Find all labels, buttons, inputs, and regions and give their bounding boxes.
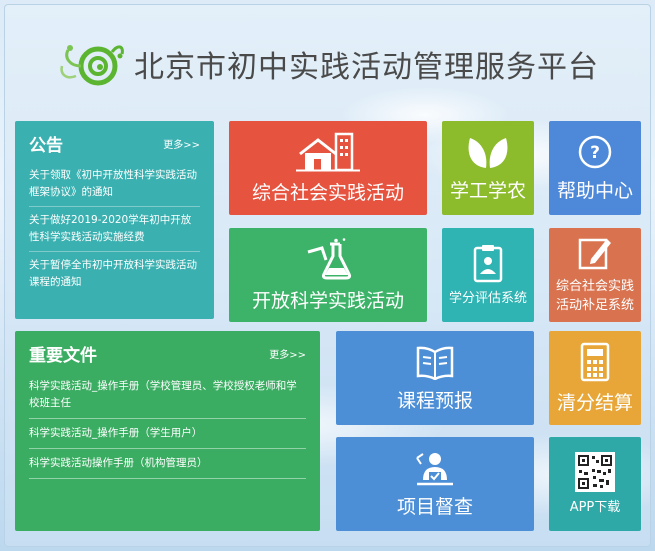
announcement-list: 关于领取《初中开放性科学实践活动框架协议》的通知 关于做好2019-2020学年…: [29, 162, 200, 296]
document-item[interactable]: 科学实践活动操作手册（机构管理员）: [29, 449, 306, 479]
app-download-tile[interactable]: APP下载: [549, 437, 641, 531]
course-forecast-tile[interactable]: 课程预报: [336, 331, 534, 425]
announcement-item[interactable]: 关于做好2019-2020学年初中开放性科学实践活动实施经费: [29, 207, 200, 252]
documents-more-link[interactable]: 更多>>: [269, 346, 306, 361]
documents-panel: 重要文件 更多>> 科学实践活动_操作手册（学校管理员、学校授权老师和学校班主任…: [15, 331, 320, 531]
svg-text:?: ?: [590, 143, 600, 163]
help-center-label: 帮助中心: [556, 179, 633, 202]
supplement-label-line1: 综合社会实践: [555, 279, 634, 294]
announcement-title: 公告: [29, 136, 63, 156]
announcement-item[interactable]: 关于暂停全市初中开放科学实践活动课程的通知: [29, 252, 200, 296]
social-practice-tile[interactable]: 综合社会实践活动: [229, 121, 427, 215]
document-item[interactable]: 科学实践活动_操作手册（学生用户）: [29, 419, 306, 449]
announcement-panel: 公告 更多>> 关于领取《初中开放性科学实践活动框架协议》的通知 关于做好201…: [15, 121, 214, 319]
project-supervision-label: 项目督查: [396, 495, 473, 518]
question-icon: ?: [578, 135, 612, 168]
science-practice-tile[interactable]: 开放科学实践活动: [229, 228, 427, 322]
announcement-header: 公告 更多>>: [29, 131, 200, 156]
page-frame: 北京市初中实践活动管理服务平台 公告 更多>> 关于领取《初中开放性科学实践活动…: [4, 4, 651, 547]
help-center-tile[interactable]: ? 帮助中心: [549, 121, 641, 215]
site-header: 北京市初中实践活动管理服务平台: [5, 5, 650, 123]
documents-header: 重要文件 更多>>: [29, 341, 306, 366]
inspector-icon: [416, 452, 453, 485]
qr-code-icon: [575, 451, 615, 492]
book-icon: [416, 346, 454, 380]
documents-title: 重要文件: [29, 346, 97, 366]
credit-evaluation-tile[interactable]: 学分评估系统: [442, 228, 534, 322]
documents-list: 科学实践活动_操作手册（学校管理员、学校授权老师和学校班主任 科学实践活动_操作…: [29, 372, 306, 479]
supplement-system-label: 综合社会实践 活动补足系统: [556, 277, 634, 315]
credit-evaluation-label: 学分评估系统: [448, 290, 527, 306]
announcement-more-link[interactable]: 更多>>: [163, 136, 200, 151]
social-practice-label: 综合社会实践活动: [251, 181, 404, 204]
clipboard-icon: [473, 244, 503, 282]
app-download-label: APP下载: [569, 499, 621, 515]
edit-icon: [578, 238, 611, 270]
agriculture-tile[interactable]: 学工学农: [442, 121, 534, 215]
project-supervision-tile[interactable]: 项目督查: [336, 437, 534, 531]
swirl-logo-icon: [60, 45, 124, 86]
science-practice-label: 开放科学实践活动: [251, 289, 404, 312]
supplement-system-tile[interactable]: 综合社会实践 活动补足系统: [549, 228, 641, 322]
announcement-item[interactable]: 关于领取《初中开放性科学实践活动框架协议》的通知: [29, 162, 200, 207]
site-title: 北京市初中实践活动管理服务平台: [134, 51, 599, 84]
settlement-tile[interactable]: 清分结算: [549, 331, 641, 425]
document-item[interactable]: 科学实践活动_操作手册（学校管理员、学校授权老师和学校班主任: [29, 372, 306, 419]
calculator-icon: [580, 342, 610, 381]
flask-icon: [307, 237, 352, 279]
building-icon: [296, 132, 360, 171]
leaf-icon: [468, 137, 508, 168]
course-forecast-label: 课程预报: [396, 389, 473, 412]
settlement-label: 清分结算: [556, 391, 633, 414]
supplement-label-line2: 活动补足系统: [555, 298, 634, 313]
agriculture-label: 学工学农: [449, 179, 526, 202]
